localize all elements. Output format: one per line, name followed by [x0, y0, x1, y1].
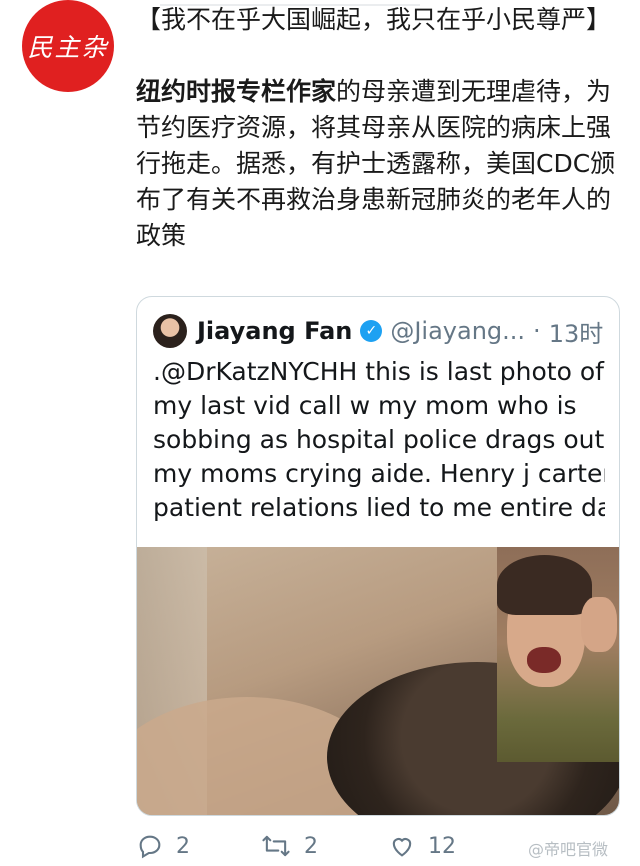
author-avatar[interactable]: 民主杂 [22, 0, 114, 92]
retweet-button[interactable]: 2 [260, 832, 318, 860]
reply-count: 2 [176, 833, 190, 859]
quoted-author-name[interactable]: Jiayang Fan [197, 317, 352, 345]
tweet-bold-lead: 纽约时报专栏作家 [136, 77, 337, 106]
reply-button[interactable]: 2 [136, 832, 190, 860]
retweet-icon [262, 835, 290, 857]
quoted-line: sobbing as hospital police drags out [153, 425, 605, 454]
tweet-headline: 【我不在乎大国崛起，我只在乎小民尊严】 [136, 5, 612, 34]
quoted-line: patient relations lied to me entire da..… [153, 493, 605, 522]
like-count: 12 [428, 833, 456, 859]
quoted-tweet-header: Jiayang Fan ✓ @Jiayang... · 13时 [153, 311, 608, 351]
quoted-author-handle[interactable]: @Jiayang... [390, 317, 525, 345]
like-button[interactable]: 12 [388, 832, 456, 860]
quoted-author-avatar[interactable] [153, 314, 187, 348]
video-call-photo[interactable] [137, 547, 619, 815]
picture-in-picture [497, 547, 619, 762]
pip-hand [581, 597, 617, 652]
quoted-line: my last vid call w my mom who is [153, 391, 577, 420]
weibo-watermark: @帝吧官微 [528, 840, 609, 859]
quoted-tweet[interactable]: Jiayang Fan ✓ @Jiayang... · 13时 .@DrKatz… [136, 296, 620, 816]
heart-icon [392, 838, 412, 857]
verified-badge-icon: ✓ [360, 320, 383, 342]
tweet-text: 【我不在乎大国崛起，我只在乎小民尊严】 纽约时报专栏作家的母亲遭到无理虐待，为节… [136, 2, 616, 254]
avatar-calligraphy: 民主杂 [27, 33, 109, 62]
quoted-line: .@DrKatzNYCHH this is last photo of [153, 357, 604, 386]
quoted-line: my moms crying aide. Henry j carter [153, 459, 605, 488]
pip-mouth [527, 647, 561, 673]
tweet-body: 纽约时报专栏作家的母亲遭到无理虐待，为节约医疗资源，将其母亲从医院的病床上强行拖… [136, 74, 616, 254]
separator-dot: · [533, 317, 541, 345]
retweet-count: 2 [304, 833, 318, 859]
reply-icon [139, 835, 161, 859]
quoted-tweet-text: .@DrKatzNYCHH this is last photo of my l… [153, 355, 605, 525]
pip-hair [497, 555, 592, 615]
quoted-timestamp[interactable]: 13时 [549, 314, 604, 349]
